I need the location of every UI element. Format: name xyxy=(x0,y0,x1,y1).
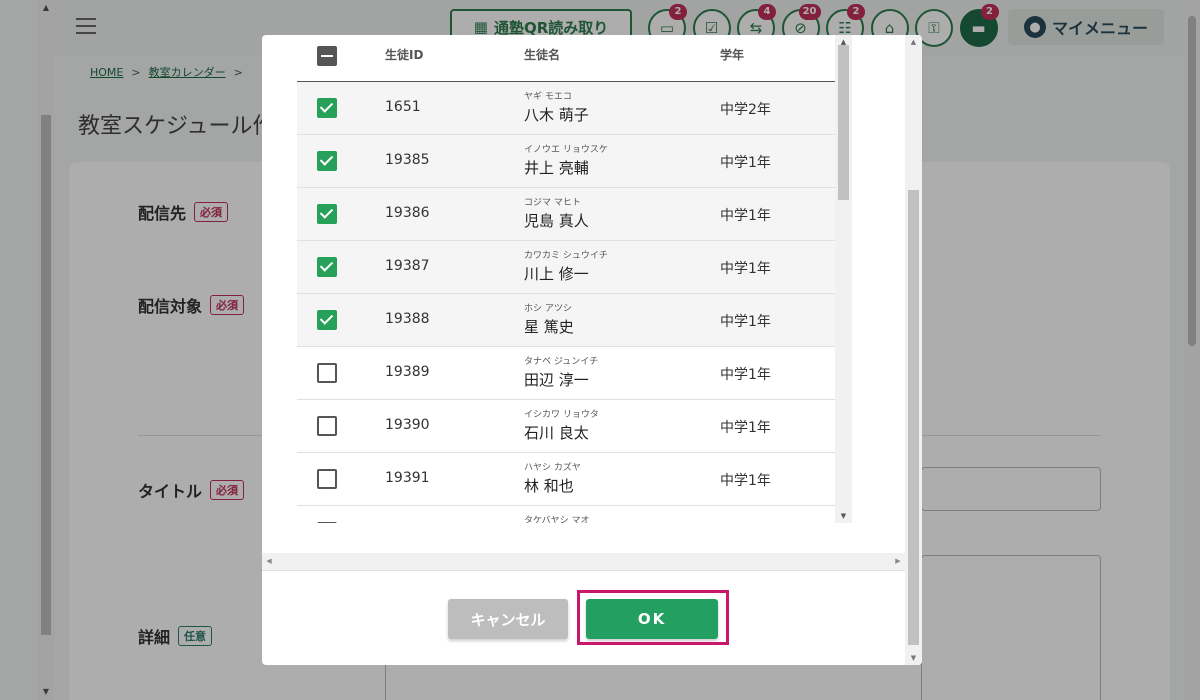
student-name: 児島 真人 xyxy=(524,212,589,230)
row-checkbox[interactable] xyxy=(317,257,337,277)
student-name: 八木 萌子 xyxy=(524,106,589,124)
scroll-left-arrow-icon[interactable]: ◀ xyxy=(262,553,276,570)
student-select-dialog: 生徒ID 生徒名 学年 1651 ヤギ モエコ八木 萌子 中学2年 19385 イノウエ… xyxy=(262,35,922,665)
ok-button-highlight xyxy=(577,590,729,645)
student-name: 星 篤史 xyxy=(524,318,574,336)
student-name: 林 和也 xyxy=(524,477,574,495)
student-kana: カワカミ シュウイチ xyxy=(524,251,608,261)
select-all-checkbox[interactable] xyxy=(317,46,337,66)
student-id: 19385 xyxy=(385,152,430,168)
table-row[interactable]: 19385 イノウエ リョウスケ井上 亮輔 中学1年 xyxy=(297,135,835,188)
student-id: 19388 xyxy=(385,311,430,327)
table-row[interactable]: タケバヤシ マオ xyxy=(297,506,835,523)
table-row[interactable]: 1651 ヤギ モエコ八木 萌子 中学2年 xyxy=(297,82,835,135)
table-row[interactable]: 19389 タナベ ジュンイチ田辺 淳一 中学1年 xyxy=(297,347,835,400)
dialog-vertical-scrollbar[interactable]: ▲ ▼ xyxy=(905,35,922,665)
student-grade: 中学2年 xyxy=(720,102,771,118)
row-checkbox[interactable] xyxy=(317,416,337,436)
row-checkbox[interactable] xyxy=(317,522,337,523)
student-id: 1651 xyxy=(385,99,421,115)
scroll-down-arrow-icon[interactable]: ▼ xyxy=(835,509,852,523)
student-grade: 中学1年 xyxy=(720,420,771,436)
student-grade: 中学1年 xyxy=(720,261,771,277)
student-kana: イノウエ リョウスケ xyxy=(524,145,608,155)
scroll-thumb[interactable] xyxy=(838,45,849,200)
column-header-grade: 学年 xyxy=(720,48,745,62)
dialog-horizontal-scrollbar[interactable]: ◀ ▶ xyxy=(262,553,905,570)
table-header: 生徒ID 生徒名 学年 xyxy=(297,35,835,82)
row-checkbox[interactable] xyxy=(317,310,337,330)
student-grade: 中学1年 xyxy=(720,314,771,330)
column-header-name: 生徒名 xyxy=(524,48,561,62)
student-kana: タケバヤシ マオ xyxy=(524,516,590,523)
student-name: 田辺 淳一 xyxy=(524,371,589,389)
student-id: 19386 xyxy=(385,205,430,221)
row-checkbox[interactable] xyxy=(317,98,337,118)
row-checkbox[interactable] xyxy=(317,469,337,489)
column-header-id: 生徒ID xyxy=(385,48,424,62)
dialog-footer-divider xyxy=(262,570,905,571)
row-checkbox[interactable] xyxy=(317,204,337,224)
student-kana: ホシ アツシ xyxy=(524,304,572,314)
student-id: 19389 xyxy=(385,364,430,380)
student-name: 石川 良太 xyxy=(524,424,589,442)
student-grade: 中学1年 xyxy=(720,208,771,224)
student-grade: 中学1年 xyxy=(720,473,771,489)
table-row[interactable]: 19388 ホシ アツシ星 篤史 中学1年 xyxy=(297,294,835,347)
student-kana: ヤギ モエコ xyxy=(524,92,572,102)
student-grade: 中学1年 xyxy=(720,155,771,171)
scroll-thumb[interactable] xyxy=(908,190,919,645)
student-id: 19391 xyxy=(385,470,430,486)
student-name: 川上 修一 xyxy=(524,265,589,283)
row-checkbox[interactable] xyxy=(317,151,337,171)
student-kana: イシカワ リョウタ xyxy=(524,410,599,420)
student-name: 井上 亮輔 xyxy=(524,159,589,177)
student-grade: 中学1年 xyxy=(720,367,771,383)
student-kana: コジマ マヒト xyxy=(524,198,581,208)
table-row[interactable]: 19390 イシカワ リョウタ石川 良太 中学1年 xyxy=(297,400,835,453)
scroll-up-arrow-icon[interactable]: ▲ xyxy=(905,35,922,49)
table-scrollbar[interactable]: ▲ ▼ xyxy=(835,35,852,523)
table-row[interactable]: 19386 コジマ マヒト児島 真人 中学1年 xyxy=(297,188,835,241)
scroll-right-arrow-icon[interactable]: ▶ xyxy=(891,553,905,570)
student-kana: タナベ ジュンイチ xyxy=(524,357,599,367)
scroll-down-arrow-icon[interactable]: ▼ xyxy=(905,651,922,665)
table-row[interactable]: 19387 カワカミ シュウイチ川上 修一 中学1年 xyxy=(297,241,835,294)
table-row[interactable]: 19391 ハヤシ カズヤ林 和也 中学1年 xyxy=(297,453,835,506)
student-kana: ハヤシ カズヤ xyxy=(524,463,581,473)
student-id: 19390 xyxy=(385,417,430,433)
student-table: 生徒ID 生徒名 学年 1651 ヤギ モエコ八木 萌子 中学2年 19385 イノウエ… xyxy=(297,35,835,523)
row-checkbox[interactable] xyxy=(317,363,337,383)
student-id: 19387 xyxy=(385,258,430,274)
cancel-button[interactable]: キャンセル xyxy=(448,599,568,639)
